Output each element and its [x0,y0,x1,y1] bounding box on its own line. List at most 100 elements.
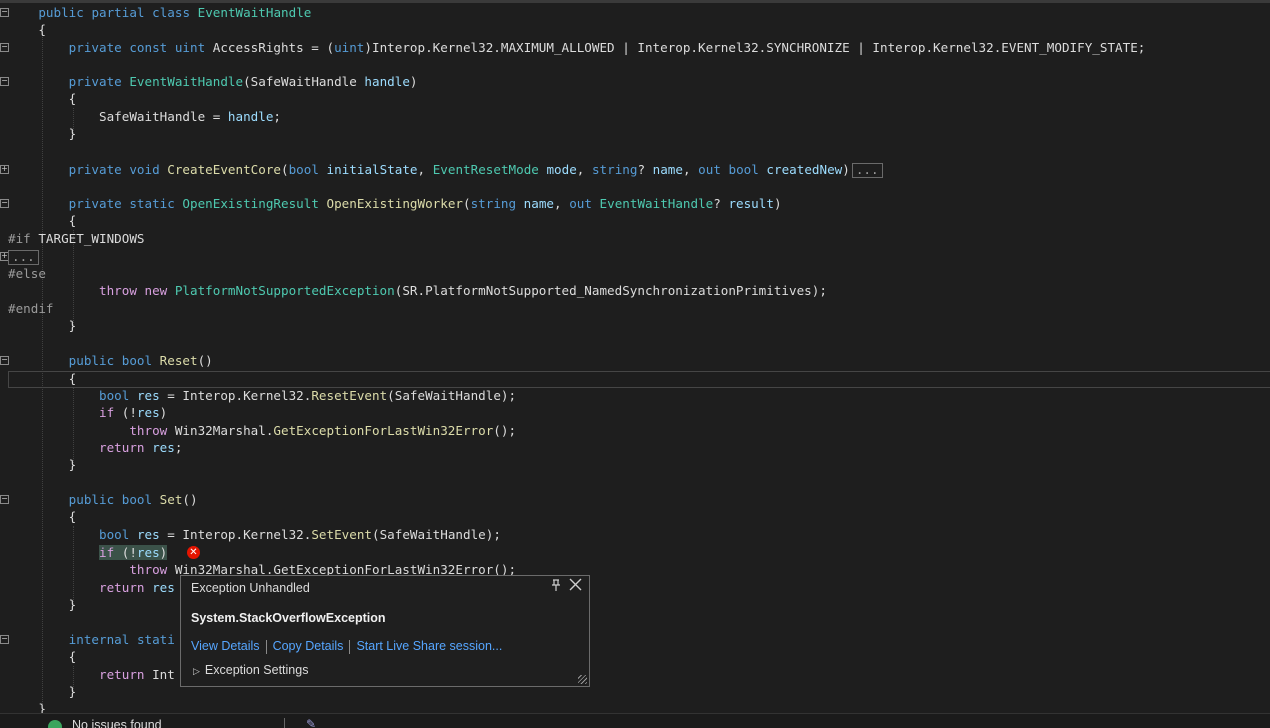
code-line[interactable]: if (!res) [8,404,167,421]
keyword: private const uint [68,40,206,55]
keyword: throw new [99,283,168,298]
code-line[interactable]: } [8,596,77,613]
code-line[interactable]: private EventWaitHandle(SafeWaitHandle h… [8,73,418,90]
brace: } [68,126,77,141]
brace: } [68,457,77,472]
status-bar: No issues found ✎ [0,713,1270,728]
parameter: initialState [326,162,418,177]
code-line[interactable]: } [8,700,46,713]
brace: { [68,91,77,106]
code-line[interactable]: { [8,21,46,38]
popup-links: View Details Copy Details Start Live Share… [191,639,502,654]
code-line[interactable]: return res [8,579,175,596]
code-text: ) [159,405,168,420]
keyword: private static [68,196,175,211]
code-cleanup-icon[interactable]: ✎ [306,717,316,728]
keyword: private void [68,162,160,177]
variable: res [136,405,160,420]
current-line-highlight [8,371,1270,388]
variable: res [152,580,175,595]
code-text: (SafeWaitHandle [243,74,365,89]
error-icon[interactable]: ✕ [187,546,200,559]
code-line[interactable]: private const uint AccessRights = (uint)… [8,39,1146,56]
code-line[interactable]: #if TARGET_WINDOWS [8,230,144,247]
view-details-link[interactable]: View Details [191,639,260,653]
variable: res [136,527,160,542]
keyword: partial [91,5,145,20]
keyword: if [99,545,115,560]
code-line[interactable]: throw Win32Marshal.GetExceptionForLastWi… [8,422,516,439]
type-name: EventWaitHandle [599,196,714,211]
code-line[interactable]: public partial class EventWaitHandle [8,4,311,21]
code-line[interactable]: internal stati [8,631,175,648]
code-text: = Interop.Kernel32. [159,388,312,403]
preprocessor: #if [8,231,31,246]
live-share-link[interactable]: Start Live Share session... [356,639,502,653]
code-line[interactable]: } [8,317,77,334]
code-line[interactable]: } [8,456,77,473]
type-name: EventResetMode [432,162,539,177]
close-icon[interactable] [569,578,583,592]
parameter: name [523,196,555,211]
brace: } [68,597,77,612]
code-line[interactable]: private void CreateEventCore(bool initia… [8,161,883,178]
code-line[interactable]: { [8,370,77,387]
code-text: (SR.PlatformNotSupported_NamedSynchroniz… [394,283,827,298]
code-line[interactable]: if (!res) [8,544,168,561]
collapsed-region-button[interactable]: ... [851,163,883,178]
code-line[interactable]: } [8,125,77,142]
pin-icon[interactable] [551,579,563,593]
variable: res [152,440,175,455]
code-line[interactable]: bool res = Interop.Kernel32.SetEvent(Saf… [8,526,501,543]
code-text: SafeWaitHandle = [99,109,228,124]
current-statement-highlight: if (!res) [99,545,168,560]
code-line[interactable]: public bool Set() [8,491,198,508]
code-editor[interactable]: − − − + − + − − − public partial class E… [0,0,1270,713]
code-text: ) [409,74,418,89]
code-line[interactable]: } [8,683,77,700]
code-line[interactable]: private static OpenExistingResult OpenEx… [8,195,782,212]
code-line[interactable]: return Int [8,666,175,683]
keyword: if [99,405,115,420]
collapsed-region-button[interactable]: ... [8,250,39,265]
brace: { [68,509,77,524]
brace: { [68,371,77,386]
editor-top-border [0,0,1270,3]
preprocessor: #else [8,266,46,281]
exception-popup: Exception Unhandled System.StackOverflow… [180,575,590,687]
code-line[interactable]: #endif [8,300,54,317]
method-name: Set [159,492,183,507]
code-line[interactable]: return res; [8,439,182,456]
brace: { [68,649,77,664]
code-line[interactable]: { [8,212,77,229]
exception-settings-label: Exception Settings [204,663,309,677]
code-line[interactable]: public bool Reset() [8,352,213,369]
keyword: private [68,74,122,89]
resize-grip-icon[interactable] [578,675,587,684]
copy-details-link[interactable]: Copy Details [273,639,344,653]
keyword: public bool [68,353,153,368]
code-line[interactable]: { [8,508,77,525]
code-text: ; [273,109,281,124]
code-line[interactable]: SafeWaitHandle = handle; [8,108,281,125]
code-line[interactable]: { [8,90,77,107]
method-name: SetEvent [311,527,373,542]
code-line[interactable]: { [8,648,77,665]
method-name: OpenExistingWorker [326,196,463,211]
brace: } [68,684,77,699]
code-line[interactable]: bool res = Interop.Kernel32.ResetEvent(S… [8,387,516,404]
code-line[interactable]: ... [8,248,39,265]
code-text: () [197,353,213,368]
keyword: string [591,162,638,177]
keyword: return [99,440,145,455]
exception-settings-toggle[interactable]: ▷ Exception Settings [193,663,308,677]
parameter: handle [227,109,274,124]
code-line[interactable]: throw new PlatformNotSupportedException(… [8,282,827,299]
code-line[interactable]: #else [8,265,46,282]
keyword: class [152,5,191,20]
popup-title: Exception Unhandled [191,581,310,595]
code-text: ) [159,545,168,560]
code-text: (SafeWaitHandle); [387,388,517,403]
code-text: (! [114,405,137,420]
keyword: throw [129,423,168,438]
